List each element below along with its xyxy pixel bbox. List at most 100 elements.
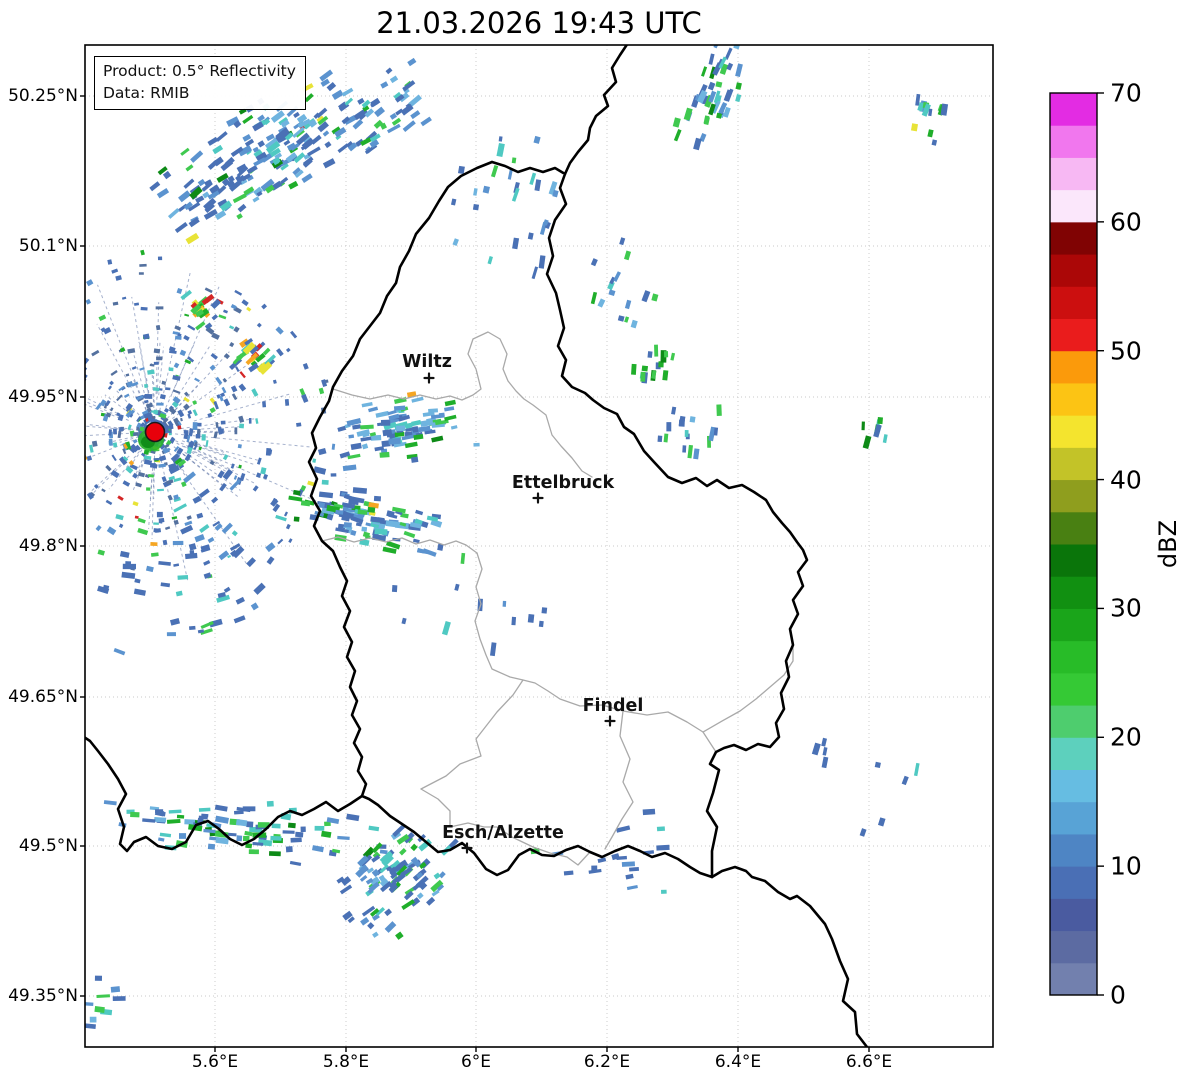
echo-cell <box>155 809 163 813</box>
echo-cell <box>331 473 337 476</box>
colorbar-segment <box>1050 544 1097 577</box>
echo-cell <box>179 833 186 839</box>
colorbar-tick-label: 50 <box>1110 336 1142 365</box>
echo-cell <box>59 488 65 494</box>
echo-cell <box>169 425 174 429</box>
echo-cell <box>301 827 306 833</box>
echo-cell <box>367 507 375 513</box>
y-axis-tick-label: 49.35°N <box>6 986 78 1006</box>
echo-cell <box>111 986 120 992</box>
echo-cell <box>629 867 639 872</box>
echo-cell <box>374 496 381 501</box>
echo-cell <box>156 325 161 330</box>
echo-cell <box>41 292 47 298</box>
echo-cell <box>6 379 10 387</box>
colorbar-tick-label: 40 <box>1110 465 1142 494</box>
echo-cell <box>28 501 33 507</box>
echo-cell <box>360 425 374 430</box>
echo-cell <box>875 762 881 768</box>
echo-cell <box>16 503 21 510</box>
y-axis-tick-label: 49.5°N <box>6 836 78 856</box>
echo-cell <box>658 436 663 442</box>
echo-cell <box>145 394 153 399</box>
colorbar-segment <box>1050 383 1097 416</box>
colorbar-axis-label: dBZ <box>1154 520 1182 568</box>
city-label: Esch/Alzette <box>442 823 564 843</box>
colorbar-segment <box>1050 480 1097 513</box>
echo-cell <box>911 123 918 131</box>
echo-cell <box>262 401 266 407</box>
echo-cell <box>141 307 148 311</box>
colorbar-segment <box>1050 351 1097 384</box>
echo-cell <box>189 428 193 432</box>
product-info-line2: Data: RMIB <box>103 82 296 104</box>
echo-cell <box>1 484 5 490</box>
colorbar-segment <box>1050 125 1097 158</box>
echo-cell <box>296 422 301 426</box>
echo-cell <box>31 432 36 438</box>
city-label: Ettelbruck <box>512 473 615 493</box>
colorbar-segment <box>1050 834 1097 867</box>
echo-cell <box>234 427 237 434</box>
echo-cell <box>288 823 296 829</box>
echo-cell <box>666 422 671 431</box>
echo-cell <box>47 460 51 464</box>
x-axis-tick-label: 6.6°E <box>846 1052 892 1072</box>
echo-cell <box>150 542 157 546</box>
y-axis-tick-label: 50.25°N <box>6 86 78 106</box>
echo-cell <box>685 430 689 437</box>
echo-cell <box>622 861 635 867</box>
echo-cell <box>95 976 102 981</box>
echo-cell <box>134 432 139 436</box>
echo-cell <box>656 845 669 851</box>
echo-cell <box>294 516 300 521</box>
echo-cell <box>58 355 62 359</box>
echo-cell <box>374 528 387 535</box>
echo-cell <box>202 434 206 440</box>
echo-cell <box>154 348 160 353</box>
echo-cell <box>58 490 65 497</box>
x-axis-tick-label: 6°E <box>461 1052 491 1072</box>
echo-cell <box>139 264 146 267</box>
colorbar-segment <box>1050 222 1097 255</box>
echo-cell <box>290 837 301 842</box>
echo-cell <box>193 422 198 430</box>
echo-cell <box>76 442 79 446</box>
echo-cell <box>643 809 656 815</box>
echo-cell <box>76 376 83 383</box>
colorbar-tick-label: 60 <box>1110 207 1142 236</box>
echo-cell <box>78 366 83 371</box>
echo-cell <box>47 470 51 475</box>
echo-cell <box>249 418 252 424</box>
echo-cell <box>68 431 71 434</box>
echo-cell <box>156 306 164 309</box>
colorbar-segment <box>1050 802 1097 835</box>
radar-map-canvas: WiltzEttelbruckFindelEsch/Alzette <box>0 0 1184 1081</box>
echo-cell <box>67 365 72 370</box>
y-axis-tick-label: 50.1°N <box>6 236 78 256</box>
echo-cell <box>62 514 68 520</box>
echo-cell <box>196 434 201 439</box>
echo-cell <box>661 890 667 894</box>
colorbar <box>1050 93 1104 996</box>
echo-cell <box>564 871 574 876</box>
x-axis-tick-label: 5.8°E <box>323 1052 369 1072</box>
y-axis-tick-label: 49.95°N <box>6 387 78 407</box>
echo-cell <box>380 452 390 458</box>
x-axis-tick-label: 6.2°E <box>584 1052 630 1072</box>
echo-cell <box>428 408 438 413</box>
echo-cell <box>65 380 71 386</box>
echo-cell <box>24 514 29 519</box>
echo-cell <box>80 312 84 316</box>
echo-cell <box>388 438 400 445</box>
colorbar-segment <box>1050 963 1097 996</box>
colorbar-segment <box>1050 190 1097 223</box>
echo-cell <box>219 428 224 433</box>
echo-cell <box>361 527 367 532</box>
echo-cell <box>119 427 123 431</box>
echo-cell <box>642 365 648 371</box>
echo-cell <box>61 414 65 419</box>
echo-cell <box>201 814 208 818</box>
echo-cell <box>664 351 668 357</box>
echo-cell <box>657 826 665 831</box>
